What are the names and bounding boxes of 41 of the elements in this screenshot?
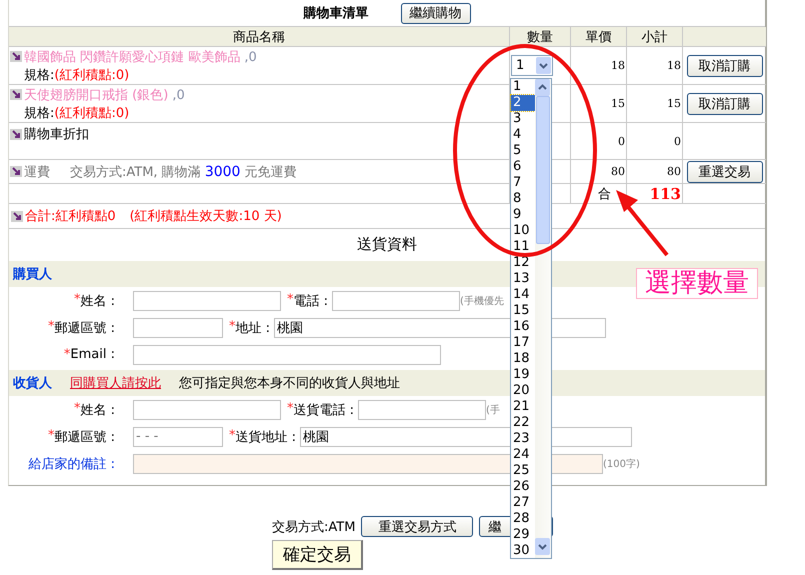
section-title: 送貨資料 <box>357 235 417 253</box>
field-note: (手 <box>486 404 500 416</box>
bonus-validity: (紅利積點生效天數:10 天) <box>130 208 282 225</box>
column-header: 數量 <box>510 27 571 47</box>
field-label: *姓名 : <box>72 400 116 418</box>
subtotal: 80 <box>667 165 681 178</box>
field-label: *姓名 : <box>72 292 116 310</box>
unit-price: 80 <box>611 165 625 178</box>
total-label: 合 <box>598 186 612 202</box>
shipping-terms: 交易方式:ATM, 購物滿 3000 元免運費 <box>70 162 297 180</box>
column-header: 小計 <box>627 27 683 47</box>
product-spec: 規格:(紅利積點:0) <box>24 104 130 122</box>
field-label: 給店家的備註 : <box>27 456 116 472</box>
field-label: *地址 : <box>228 318 272 336</box>
annotation-label: 選擇數量 <box>636 268 758 299</box>
subtotal: 15 <box>667 97 681 110</box>
product-spec: 規格:(紅利積點:0) <box>24 66 130 84</box>
subtotal: 0 <box>674 134 681 148</box>
payment-method: 交易方式:ATM <box>272 518 356 536</box>
field-label: *Email : <box>62 347 116 362</box>
buyer-heading: 購買人 <box>13 266 52 283</box>
bonus-points: 合計:紅利積點0 <box>25 208 116 225</box>
column-header: 單價 <box>571 27 627 47</box>
unit-price: 0 <box>618 134 625 148</box>
field-label: *郵遞區號 : <box>46 318 116 336</box>
field-label: *送貨電話 : <box>286 400 356 418</box>
field-label: *郵遞區號 : <box>46 428 116 446</box>
cart-title: 購物車清單 <box>304 5 368 22</box>
receiver-heading: 收貨人 <box>13 375 52 392</box>
field-label: *送貨地址 : <box>228 428 298 446</box>
shipping-label: 運費 <box>24 164 50 180</box>
discount-label: 購物車折扣 <box>24 126 89 143</box>
unit-price: 15 <box>611 97 625 110</box>
field-note: (手機優先 <box>460 294 504 308</box>
subtotal: 18 <box>667 59 681 72</box>
receiver-hint: 您可指定與您本身不同的收貨人與地址 <box>179 375 400 392</box>
field-label: *電話 : <box>286 292 330 310</box>
field-note: (100字) <box>603 458 640 470</box>
unit-price: 18 <box>611 59 625 72</box>
column-header: 商品名稱 <box>9 27 510 47</box>
total-amount: 113 <box>650 184 681 202</box>
